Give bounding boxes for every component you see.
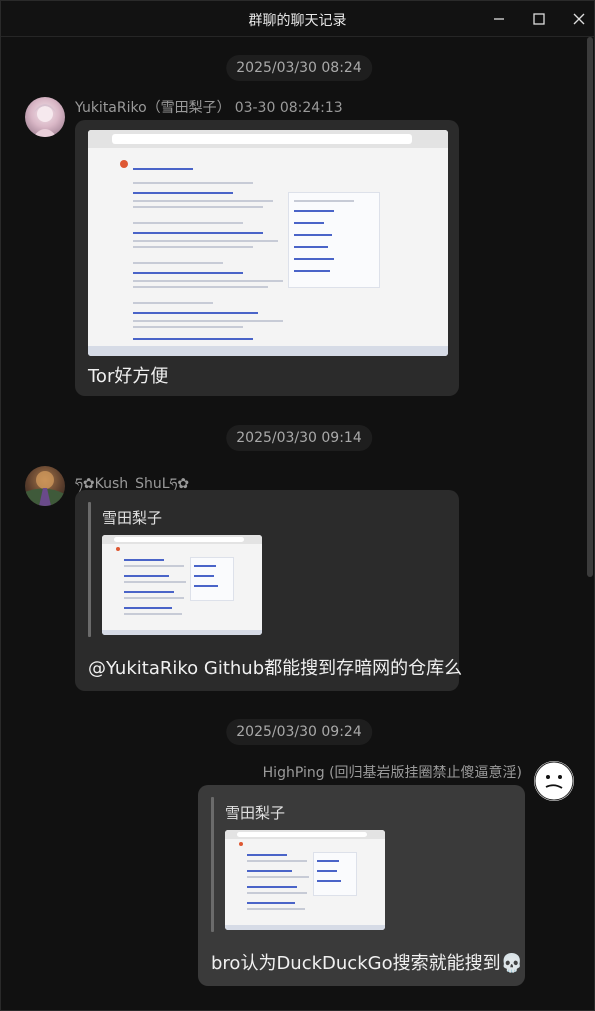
- avatar-image: [534, 761, 574, 801]
- message-time: 03-30 08:24:13: [234, 100, 343, 116]
- avatar[interactable]: [25, 97, 65, 137]
- quoted-image[interactable]: [102, 535, 262, 635]
- avatar[interactable]: [25, 466, 65, 506]
- sender-line: YukitaRiko（雪田梨子） 03-30 08:24:13: [75, 97, 343, 117]
- title-bar: 群聊的聊天记录: [1, 1, 594, 37]
- message-text: bro认为DuckDuckGo搜索就能搜到💀: [211, 953, 523, 974]
- message-bubble[interactable]: 雪田梨子 bro认为DuckDuckGo搜索就能搜到💀: [198, 785, 525, 986]
- message-text: Tor好方便: [88, 366, 169, 387]
- timestamp-divider: 2025/03/30 09:14: [226, 425, 372, 451]
- image-attachment[interactable]: [88, 130, 448, 356]
- message-text: @YukitaRiko Github都能搜到存暗网的仓库么: [88, 658, 463, 679]
- message-bubble[interactable]: Tor好方便: [75, 120, 459, 396]
- quote-sender: 雪田梨子: [102, 509, 163, 527]
- maximize-button[interactable]: [519, 1, 559, 37]
- avatar-image: [25, 471, 65, 506]
- quote-bar: [211, 797, 214, 932]
- timestamp-divider: 2025/03/30 08:24: [226, 55, 372, 81]
- close-button[interactable]: [559, 1, 595, 37]
- chat-history-window: 群聊的聊天记录 2025/03/30 08:24 YukitaRiko（雪田梨子…: [0, 0, 595, 1011]
- timestamp-divider: 2025/03/30 09:24: [226, 719, 372, 745]
- minimize-button[interactable]: [479, 1, 519, 37]
- avatar-image: [33, 104, 57, 137]
- sender-name[interactable]: YukitaRiko（雪田梨子）: [75, 100, 231, 116]
- avatar[interactable]: [534, 761, 574, 801]
- minimize-icon: [494, 18, 504, 20]
- message-bubble[interactable]: 雪田梨子 @YukitaRiko Github都能搜到存暗网的仓库么: [75, 490, 463, 691]
- quote-sender: 雪田梨子: [225, 804, 286, 822]
- sender-name[interactable]: HighPing (回归基岩版挂圈禁止傻逼意淫): [263, 762, 522, 782]
- quoted-image[interactable]: [225, 830, 385, 930]
- quote-bar: [88, 502, 91, 637]
- close-icon: [573, 13, 585, 25]
- scrollbar[interactable]: [587, 37, 593, 577]
- maximize-icon: [533, 13, 545, 25]
